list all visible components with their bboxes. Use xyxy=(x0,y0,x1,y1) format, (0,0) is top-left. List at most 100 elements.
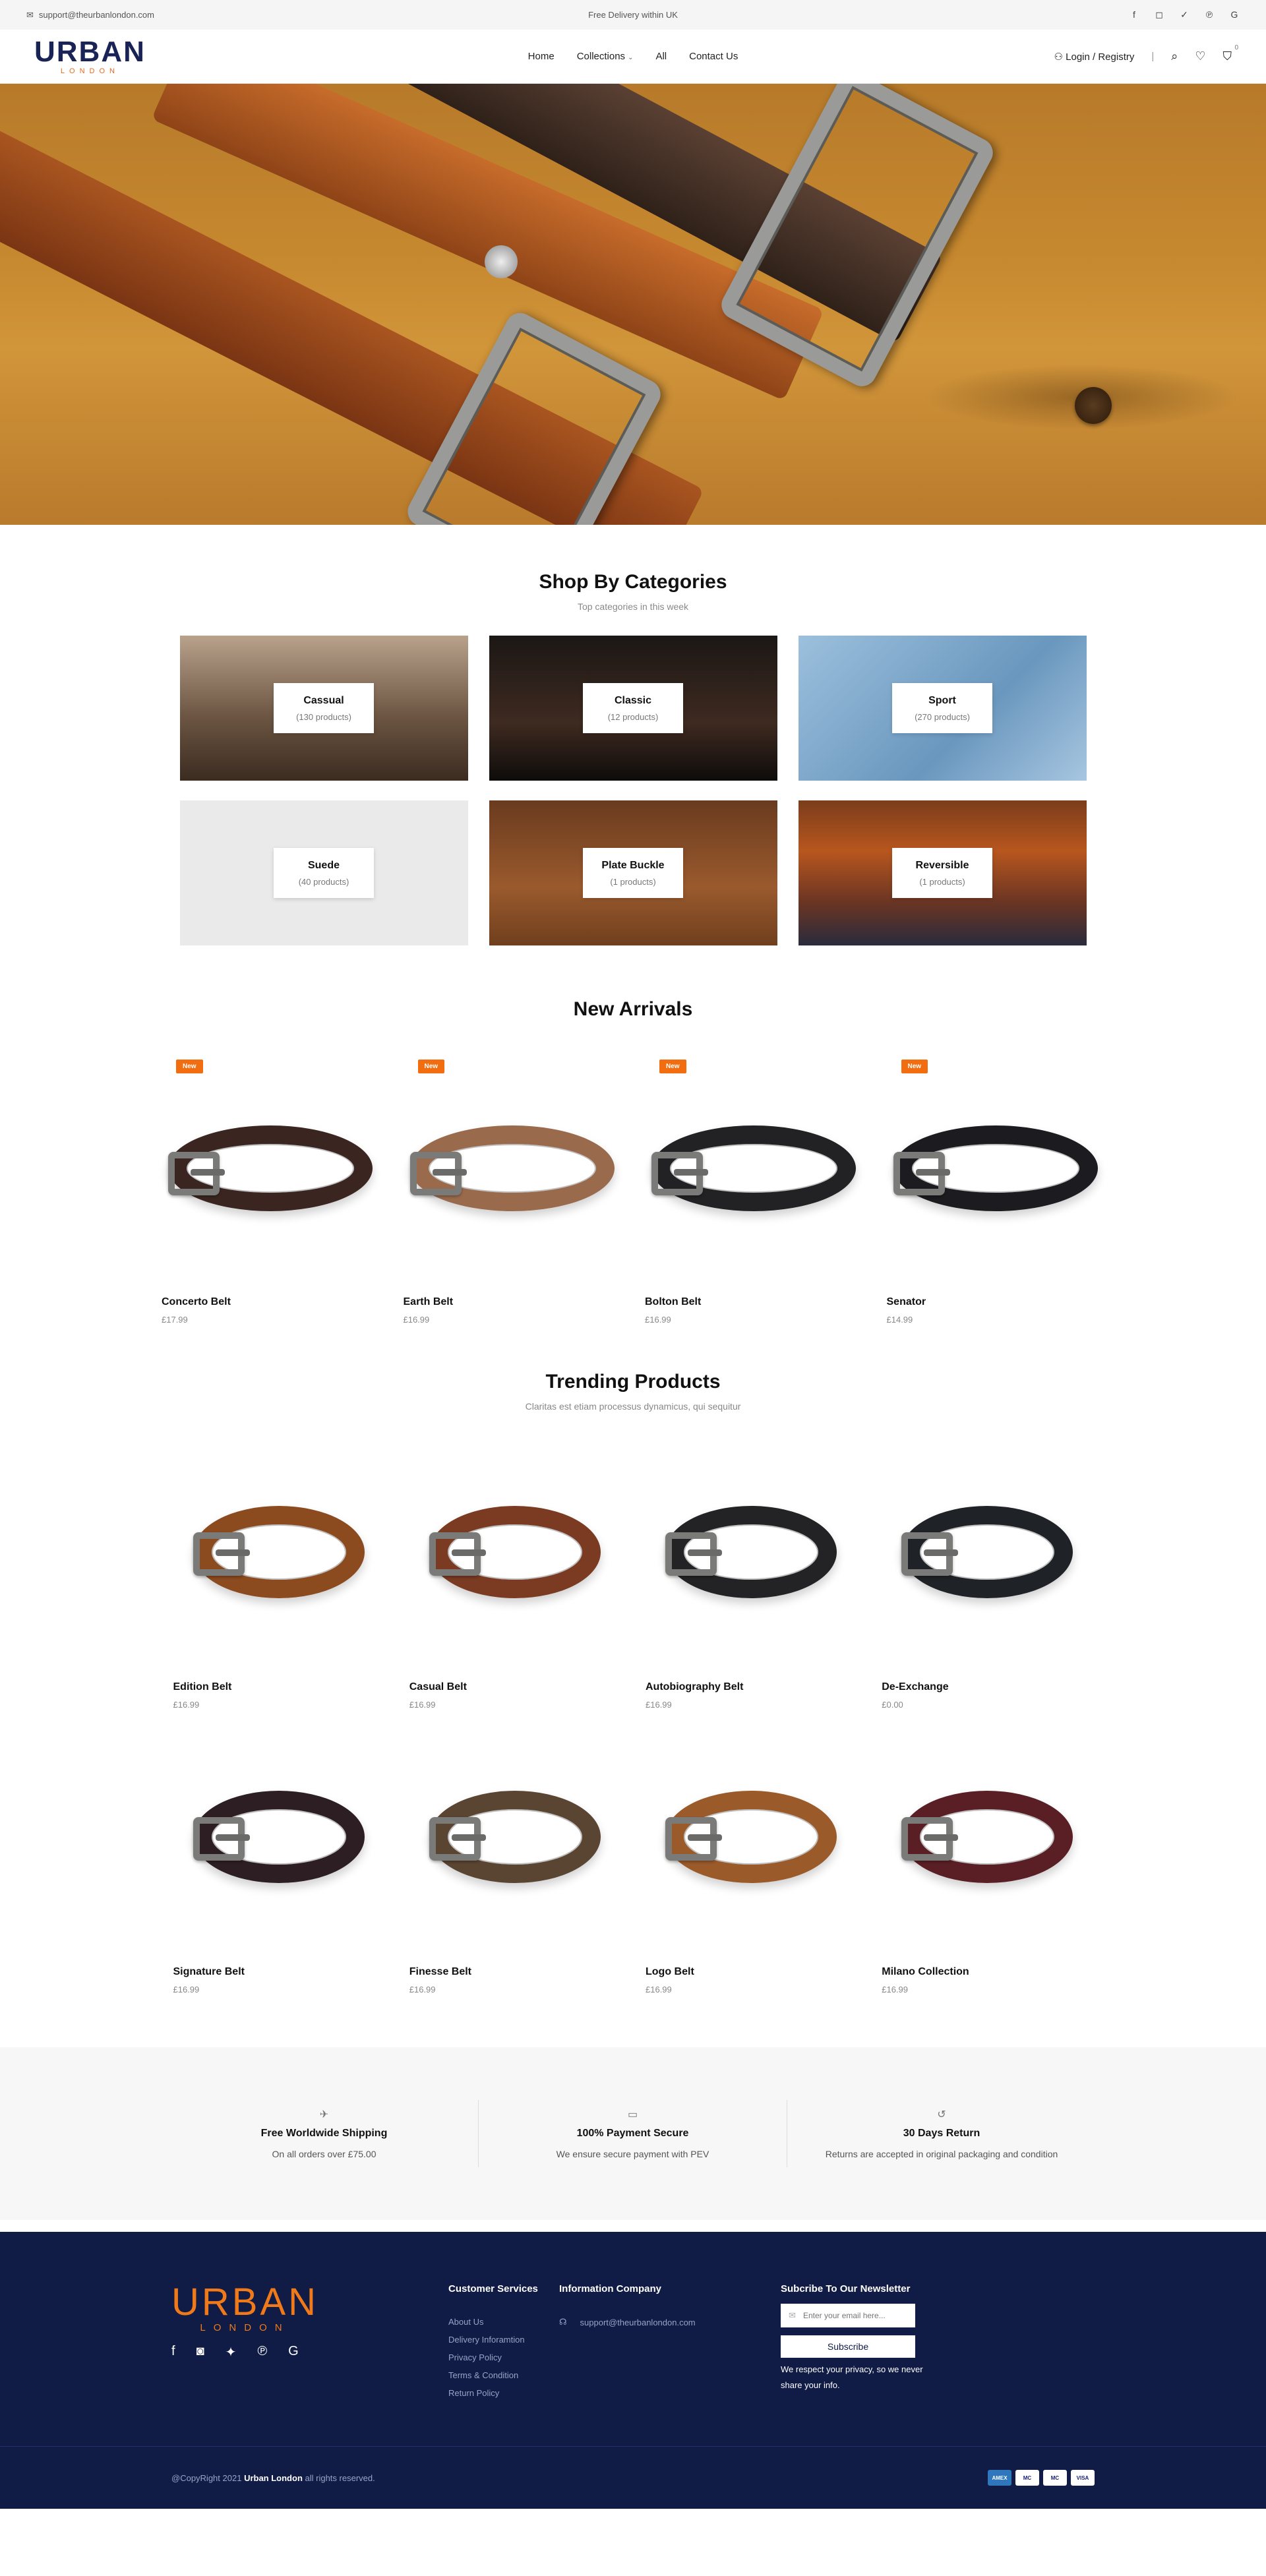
feature-desc: We ensure secure payment with PEV xyxy=(556,2149,709,2159)
product-card[interactable]: New Concerto Belt £17.99 xyxy=(162,1043,380,1325)
belt-image xyxy=(168,1125,373,1211)
feature-payment: ▭ 100% Payment Secure We ensure secure p… xyxy=(479,2100,787,2167)
product-image[interactable] xyxy=(409,1710,620,1963)
product-name[interactable]: Bolton Belt xyxy=(645,1296,863,1308)
search-icon[interactable]: ⌕ xyxy=(1171,49,1178,63)
belt-tongue xyxy=(215,1549,250,1556)
footer-contact[interactable]: ☊ support@theurbanlondon.com xyxy=(559,2317,696,2327)
product-card[interactable]: De-Exchange £0.00 xyxy=(882,1425,1093,1710)
category-label: Sport (270 products) xyxy=(892,683,992,733)
footer-link-terms[interactable]: Terms & Condition xyxy=(448,2370,538,2380)
category-label: Plate Buckle (1 products) xyxy=(583,848,683,898)
belt-tongue xyxy=(688,1834,723,1841)
belt-image xyxy=(193,1790,365,1883)
twitter-icon[interactable]: ✦ xyxy=(226,2344,237,2360)
category-label: Suede (40 products) xyxy=(274,848,374,898)
product-name[interactable]: Senator xyxy=(887,1296,1105,1308)
hero-banner[interactable] xyxy=(0,84,1266,525)
google-icon[interactable]: G xyxy=(1229,9,1240,20)
nav-home[interactable]: Home xyxy=(528,51,555,62)
footer-link-delivery[interactable]: Delivery Inforamtion xyxy=(448,2335,538,2345)
product-card[interactable]: Logo Belt £16.99 xyxy=(646,1710,857,1994)
pinterest-icon[interactable]: ℗ xyxy=(1204,9,1215,20)
product-name[interactable]: Finesse Belt xyxy=(409,1966,620,1978)
trending-subtitle: Claritas est etiam processus dynamicus, … xyxy=(525,1401,741,1412)
newsletter-email-input[interactable] xyxy=(781,2304,915,2327)
login-link[interactable]: ⚇ Login / Registry xyxy=(1054,51,1135,63)
product-name[interactable]: Casual Belt xyxy=(409,1681,620,1693)
hero-stud xyxy=(485,245,518,278)
product-image[interactable] xyxy=(173,1425,384,1679)
cart-icon[interactable]: ⛉ 0 xyxy=(1223,44,1239,63)
facebook-icon[interactable]: f xyxy=(1129,9,1139,20)
belt-tongue xyxy=(451,1549,486,1556)
product-card[interactable]: Autobiography Belt £16.99 xyxy=(646,1425,857,1710)
product-card[interactable]: Signature Belt £16.99 xyxy=(173,1710,384,1994)
product-card[interactable]: Milano Collection £16.99 xyxy=(882,1710,1093,1994)
google-icon[interactable]: G xyxy=(288,2344,299,2360)
product-image[interactable]: New xyxy=(404,1043,622,1294)
trending-products: Trending Products Claritas est etiam pro… xyxy=(0,1325,1266,1994)
footer-link-privacy[interactable]: Privacy Policy xyxy=(448,2352,538,2362)
product-card[interactable]: New Bolton Belt £16.99 xyxy=(645,1043,863,1325)
product-name[interactable]: Earth Belt xyxy=(404,1296,622,1308)
site-logo[interactable]: URBAN LONDON xyxy=(34,38,146,75)
footer-link-about[interactable]: About Us xyxy=(448,2317,538,2327)
instagram-icon[interactable]: ◻ xyxy=(1154,9,1164,20)
instagram-icon[interactable]: ◙ xyxy=(196,2344,204,2360)
feature-shipping: ✈ Free Worldwide Shipping On all orders … xyxy=(170,2100,479,2167)
product-name[interactable]: Signature Belt xyxy=(173,1966,384,1978)
product-card[interactable]: New Earth Belt £16.99 xyxy=(404,1043,622,1325)
top-email[interactable]: ✉ support@theurbanlondon.com xyxy=(26,10,154,20)
category-card[interactable]: Plate Buckle (1 products) xyxy=(489,800,777,945)
category-card[interactable]: Reversible (1 products) xyxy=(798,800,1087,945)
category-card[interactable]: Suede (40 products) xyxy=(179,800,468,945)
product-image[interactable]: New xyxy=(887,1043,1105,1294)
product-name[interactable]: Logo Belt xyxy=(646,1966,857,1978)
product-image[interactable]: New xyxy=(162,1043,380,1294)
product-price: £16.99 xyxy=(646,1985,672,1994)
product-image[interactable] xyxy=(173,1710,384,1963)
product-name[interactable]: De-Exchange xyxy=(882,1681,1093,1693)
feature-desc: On all orders over £75.00 xyxy=(272,2149,377,2159)
product-image[interactable] xyxy=(409,1425,620,1679)
nav-collections[interactable]: Collections ⌄ xyxy=(577,51,634,62)
feature-return: ↺ 30 Days Return Returns are accepted in… xyxy=(787,2100,1096,2167)
product-image[interactable] xyxy=(646,1425,857,1679)
belt-tongue xyxy=(924,1549,959,1556)
heart-icon[interactable]: ♡ xyxy=(1195,49,1205,63)
product-name[interactable]: Milano Collection xyxy=(882,1966,1093,1978)
product-image[interactable] xyxy=(882,1710,1093,1963)
category-card[interactable]: Sport (270 products) xyxy=(798,636,1087,781)
twitter-icon[interactable]: ✓ xyxy=(1179,9,1190,20)
category-card[interactable]: Cassual (130 products) xyxy=(179,636,468,781)
product-price: £16.99 xyxy=(409,1700,436,1710)
footer-logo[interactable]: URBAN LONDON xyxy=(171,2283,318,2333)
category-card[interactable]: Classic (12 products) xyxy=(489,636,777,781)
belt-image xyxy=(193,1505,365,1598)
product-image[interactable]: New xyxy=(645,1043,863,1294)
product-name[interactable]: Concerto Belt xyxy=(162,1296,380,1308)
facebook-icon[interactable]: f xyxy=(171,2344,175,2360)
footer-link-return[interactable]: Return Policy xyxy=(448,2388,538,2398)
pinterest-icon[interactable]: ℗ xyxy=(257,2344,267,2360)
category-name: Classic xyxy=(614,694,652,706)
footer-logo-word: URBAN xyxy=(171,2281,319,2323)
subscribe-button[interactable]: Subscribe xyxy=(781,2335,915,2358)
shipping-icon: ✈ xyxy=(319,2109,329,2120)
nav-all[interactable]: All xyxy=(655,51,667,62)
product-name[interactable]: Autobiography Belt xyxy=(646,1681,857,1693)
product-card[interactable]: Edition Belt £16.99 xyxy=(173,1425,384,1710)
footer-bottom: @CopyRight 2021 Urban London all rights … xyxy=(0,2446,1266,2509)
product-card[interactable]: Finesse Belt £16.99 xyxy=(409,1710,620,1994)
nav-contact[interactable]: Contact Us xyxy=(689,51,738,62)
product-price: £16.99 xyxy=(882,1985,909,1994)
product-price: £14.99 xyxy=(886,1315,913,1325)
product-price: £16.99 xyxy=(173,1700,200,1710)
product-image[interactable] xyxy=(646,1710,857,1963)
product-card[interactable]: Casual Belt £16.99 xyxy=(409,1425,620,1710)
product-image[interactable] xyxy=(882,1425,1093,1679)
product-card[interactable]: New Senator £14.99 xyxy=(887,1043,1105,1325)
product-name[interactable]: Edition Belt xyxy=(173,1681,384,1693)
category-label: Cassual (130 products) xyxy=(274,683,374,733)
